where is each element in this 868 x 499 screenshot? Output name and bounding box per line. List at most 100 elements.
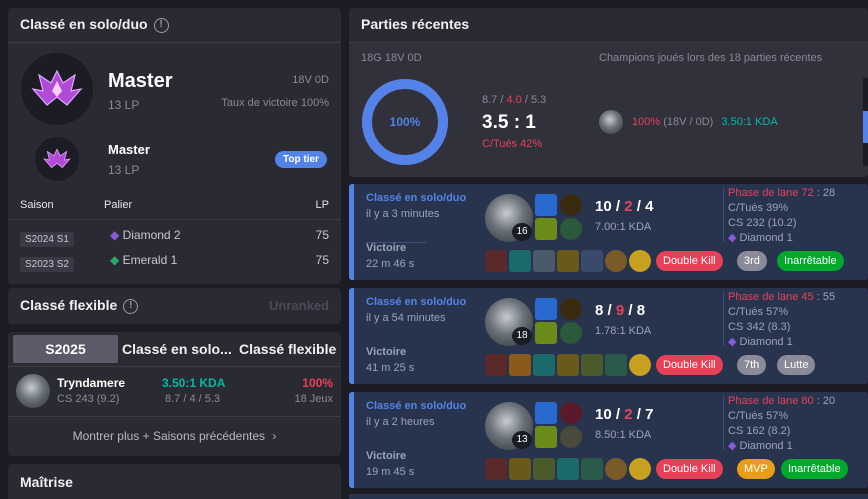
divider	[723, 292, 724, 346]
badge-placement: 7th	[737, 355, 767, 375]
badge-achievement: Lutte	[777, 355, 816, 375]
item-slot[interactable]	[557, 458, 579, 480]
rune-primary-icon[interactable]	[560, 194, 582, 216]
diamond-icon: ◆	[110, 228, 120, 242]
item-slot[interactable]	[533, 354, 555, 376]
trinket-slot[interactable]	[629, 250, 651, 272]
ghost-spell-icon[interactable]	[535, 322, 557, 344]
badge-achievement: Inarrêtable	[777, 251, 844, 271]
item-slot[interactable]	[557, 354, 579, 376]
flash-spell-icon[interactable]	[535, 194, 557, 216]
recent-kda-detail: 8.7 / 4.0 / 5.3	[482, 94, 547, 106]
season-tier: ◆ Diamond 2	[110, 228, 181, 242]
match-queue: Classé en solo/duo	[366, 400, 467, 412]
match-duration: 22 m 46 s	[366, 258, 415, 270]
rune-secondary-icon[interactable]	[560, 426, 582, 448]
ghost-spell-icon[interactable]	[535, 426, 557, 448]
match-cs: CS 232 (10.2)	[728, 217, 797, 229]
flash-spell-icon[interactable]	[535, 298, 557, 320]
match-kda-ratio: 1.78:1 KDA	[595, 325, 652, 337]
recent-champs-title: Champions joués lors des 18 parties réce…	[599, 52, 823, 64]
next-match-card[interactable]	[349, 494, 868, 499]
champion-kda-detail: 8.7 / 4 / 5.3	[165, 393, 221, 405]
champion-level: 18	[512, 327, 532, 345]
item-slot[interactable]	[485, 458, 507, 480]
item-slot[interactable]	[605, 354, 627, 376]
flex-ranked-card: Classé flexible! Unranked	[8, 288, 341, 324]
item-slot[interactable]	[533, 250, 555, 272]
champion-cs: CS 243 (9.2)	[57, 393, 120, 405]
emerald-icon: ◆	[110, 253, 120, 267]
master-emblem-small-icon	[35, 137, 79, 181]
item-slot[interactable]	[605, 458, 627, 480]
mastery-card: Maîtrise	[8, 464, 341, 499]
tab-flex[interactable]: Classé flexible	[239, 341, 336, 357]
badge-achievement: Inarrêtable	[781, 459, 848, 479]
diamond-icon: ◆	[728, 232, 737, 244]
badge-double-kill: Double Kill	[656, 355, 723, 375]
item-slot[interactable]	[485, 354, 507, 376]
match-cs: CS 162 (8.2)	[728, 425, 791, 437]
item-slot[interactable]	[605, 250, 627, 272]
solo-ranked-card: Classé en solo/duo! Master 13 LP 18V 0D …	[8, 8, 341, 284]
champion-name[interactable]: Tryndamere	[57, 376, 125, 390]
chevron-right-icon: ›	[272, 429, 277, 443]
match-duration: 19 m 45 s	[366, 466, 415, 478]
item-slot[interactable]	[581, 354, 603, 376]
match-card[interactable]: Classé en solo/duo il y a 2 heures Victo…	[349, 392, 868, 488]
tab-solo[interactable]: Classé en solo...	[122, 341, 232, 357]
item-slot[interactable]	[509, 250, 531, 272]
rune-secondary-icon[interactable]	[560, 322, 582, 344]
item-slot-empty	[581, 250, 603, 272]
rune-primary-icon[interactable]	[560, 298, 582, 320]
match-kill-participation: C/Tués 39%	[728, 202, 789, 214]
rune-secondary-icon[interactable]	[560, 218, 582, 240]
tab-s2025[interactable]: S2025	[13, 335, 118, 363]
badge-mvp: MVP	[737, 459, 775, 479]
info-icon[interactable]: !	[153, 17, 169, 33]
lane-phase: Phase de lane 80 : 20	[728, 395, 836, 407]
match-time-ago: il y a 3 minutes	[366, 208, 440, 220]
item-slot[interactable]	[533, 458, 555, 480]
match-kda: 10 / 2 / 4	[595, 198, 654, 215]
recent-kill-participation: C/Tués 42%	[482, 138, 543, 150]
trinket-slot[interactable]	[629, 458, 651, 480]
position-bar-fill	[863, 111, 868, 143]
top-tier-badge: Top tier	[275, 151, 327, 168]
item-slot[interactable]	[509, 458, 531, 480]
season-lp: 75	[315, 253, 329, 267]
flex-status: Unranked	[269, 298, 329, 313]
match-card[interactable]: Classé en solo/duo il y a 54 minutes Vic…	[349, 288, 868, 384]
tier-name: Master	[108, 70, 173, 92]
recent-champion-portrait[interactable]	[599, 110, 623, 134]
season-chip: S2024 S1	[20, 232, 74, 247]
flash-spell-icon[interactable]	[535, 402, 557, 424]
match-card[interactable]: Classé en solo/duo il y a 3 minutes Vict…	[349, 184, 868, 280]
solo-ranked-title: Classé en solo/duo!	[20, 16, 169, 33]
match-avg-rank: ◆ Diamond 1	[728, 336, 793, 348]
season-champions-card: S2025 Classé en solo... Classé flexible …	[8, 332, 341, 456]
ranked-record: 18V 0D	[292, 74, 329, 86]
diamond-icon: ◆	[728, 336, 737, 348]
rune-primary-icon[interactable]	[560, 402, 582, 424]
item-slot[interactable]	[581, 458, 603, 480]
match-kda-ratio: 8.50:1 KDA	[595, 429, 652, 441]
master-emblem-icon	[21, 53, 93, 125]
season-tier: ◆ Emerald 1	[110, 253, 178, 267]
show-more-button[interactable]: Montrer plus + Saisons précédentes ›	[8, 429, 341, 443]
item-slot[interactable]	[509, 354, 531, 376]
season-row: S2024 S1	[20, 229, 74, 247]
champion-portrait[interactable]	[16, 374, 50, 408]
match-kda: 10 / 2 / 7	[595, 406, 654, 423]
tier-lp: 13 LP	[108, 98, 140, 112]
match-avg-rank: ◆ Diamond 1	[728, 232, 793, 244]
item-slot[interactable]	[557, 250, 579, 272]
match-kda-ratio: 7.00:1 KDA	[595, 221, 652, 233]
ghost-spell-icon[interactable]	[535, 218, 557, 240]
match-kill-participation: C/Tués 57%	[728, 306, 789, 318]
trinket-slot[interactable]	[629, 354, 651, 376]
info-icon[interactable]: !	[123, 298, 139, 314]
match-queue: Classé en solo/duo	[366, 296, 467, 308]
season-lp: 75	[315, 228, 329, 242]
item-slot[interactable]	[485, 250, 507, 272]
